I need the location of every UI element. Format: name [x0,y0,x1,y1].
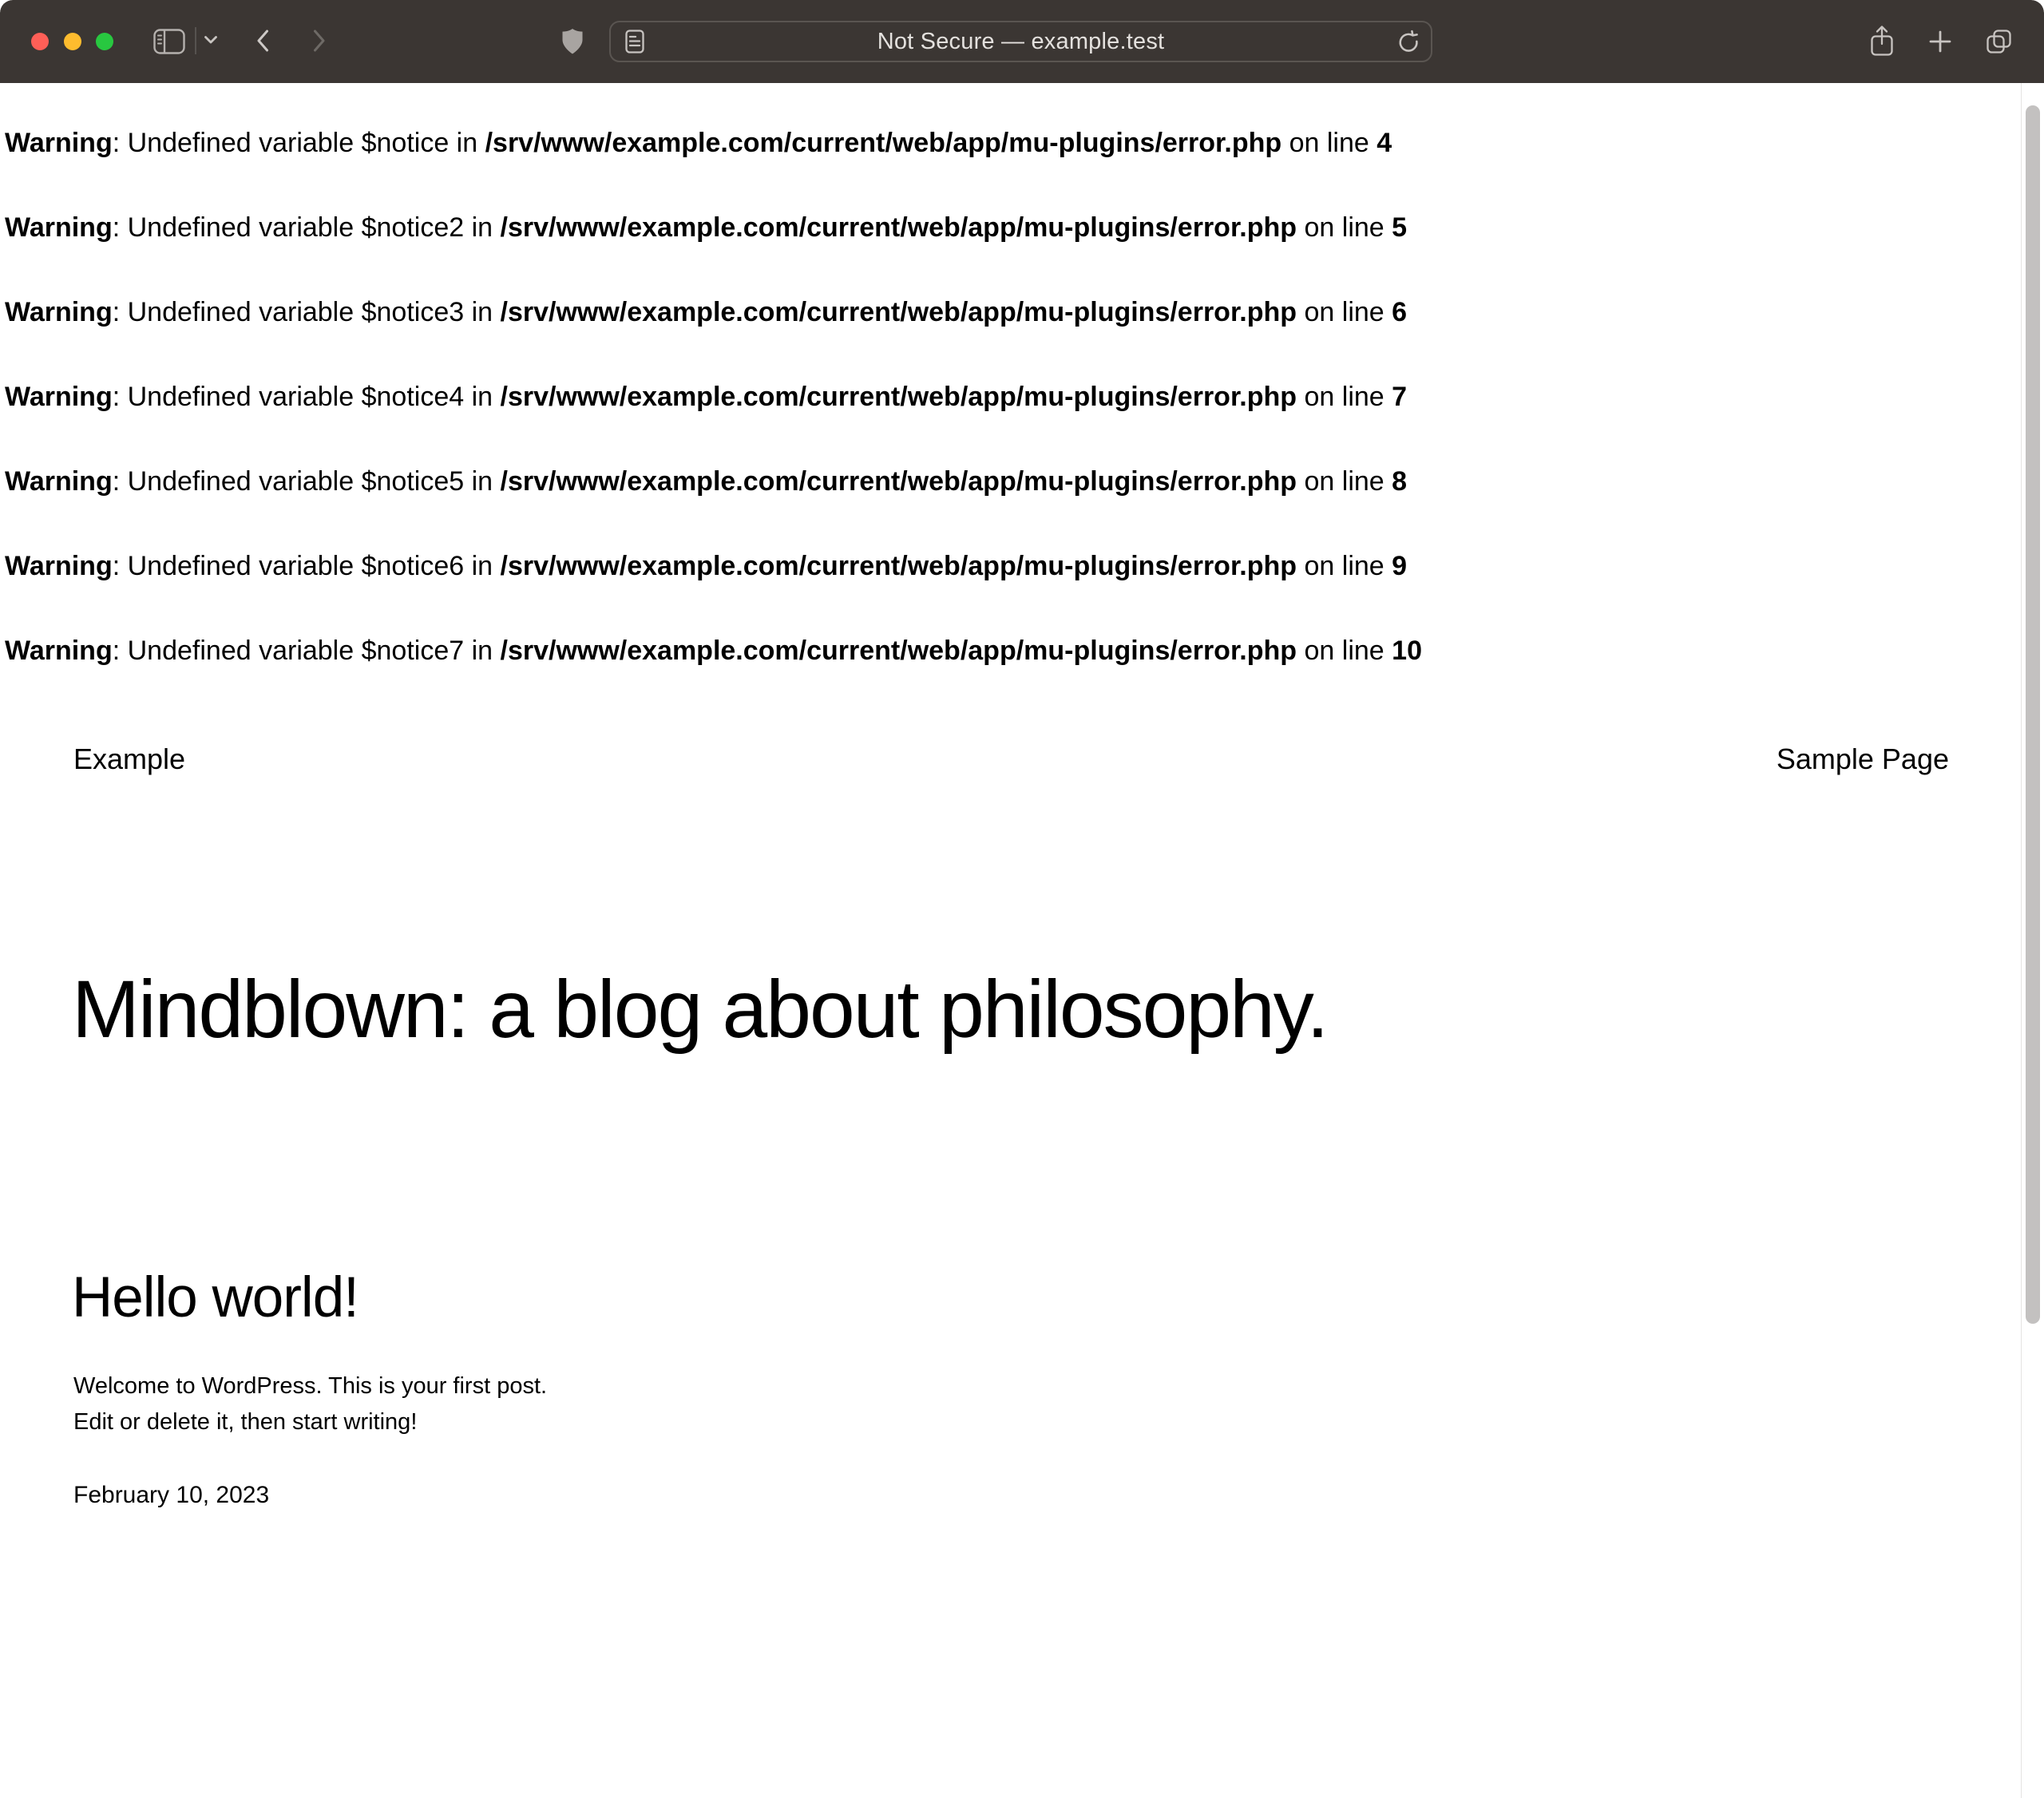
warning-path: /srv/www/example.com/current/web/app/mu-… [501,636,1297,666]
vertical-scrollbar-track[interactable] [2021,83,2044,1798]
warning-text: : Undefined variable $notice7 in [113,636,501,666]
warning-path: /srv/www/example.com/current/web/app/mu-… [501,382,1297,412]
warning-label: Warning [5,551,113,581]
browser-toolbar: Not Secure — example.test [0,0,2044,83]
warning-text: : Undefined variable $notice5 in [113,466,501,497]
warning-text: : Undefined variable $notice3 in [113,297,501,327]
sidebar-icon [153,29,185,54]
php-warning-1: Warning: Undefined variable $notice in /… [5,129,1392,156]
tab-overview-icon [1986,30,2013,54]
warning-text: : Undefined variable $notice4 in [113,382,501,412]
new-tab-button[interactable] [1927,29,1953,54]
reload-button[interactable] [1396,30,1420,53]
warning-label: Warning [5,128,113,158]
close-window-button[interactable] [31,33,49,50]
post-excerpt-line-2: Edit or delete it, then start writing! [73,1411,417,1434]
php-warning-5: Warning: Undefined variable $notice5 in … [5,468,1407,495]
minimize-window-button[interactable] [64,33,81,50]
warning-path: /srv/www/example.com/current/web/app/mu-… [485,128,1282,158]
chevron-down-icon [204,36,217,44]
safari-window: Not Secure — example.test [0,0,2044,1798]
warning-tail: on line [1297,382,1392,412]
warning-line-number: 5 [1392,212,1407,243]
address-bar[interactable]: Not Secure — example.test [609,21,1432,62]
php-warning-7: Warning: Undefined variable $notice7 in … [5,637,1422,664]
warning-line-number: 6 [1392,297,1407,327]
web-page-content: Warning: Undefined variable $notice in /… [0,83,2044,1798]
back-button[interactable] [256,30,269,52]
forward-icon [313,30,326,52]
warning-path: /srv/www/example.com/current/web/app/mu-… [501,212,1297,243]
warning-label: Warning [5,466,113,497]
warning-tail: on line [1281,128,1377,158]
warning-tail: on line [1297,551,1392,581]
zoom-window-button[interactable] [96,33,113,50]
forward-button[interactable] [313,30,326,52]
php-warning-3: Warning: Undefined variable $notice3 in … [5,299,1407,326]
warning-tail: on line [1297,466,1392,497]
back-icon [256,30,269,52]
post-date-link[interactable]: February 10, 2023 [73,1483,269,1507]
warning-label: Warning [5,382,113,412]
share-icon [1868,25,1895,58]
sidebar-menu-button[interactable] [204,36,217,44]
site-tagline: Mindblown: a blog about philosophy. [72,968,1328,1050]
site-title-link[interactable]: Example [73,745,185,774]
plus-icon [1927,29,1953,54]
warning-path: /srv/www/example.com/current/web/app/mu-… [501,297,1297,327]
php-warning-6: Warning: Undefined variable $notice6 in … [5,552,1407,580]
reader-icon [625,30,644,53]
address-bar-text: Not Secure — example.test [877,29,1165,55]
warning-text: : Undefined variable $notice6 in [113,551,501,581]
warning-path: /srv/www/example.com/current/web/app/mu-… [501,551,1297,581]
warning-path: /srv/www/example.com/current/web/app/mu-… [501,466,1297,497]
sidebar-toggle-button[interactable] [153,29,185,54]
warning-label: Warning [5,636,113,666]
warning-text: : Undefined variable $notice in [113,128,485,158]
tab-overview-button[interactable] [1986,30,2013,54]
warning-line-number: 10 [1392,636,1422,666]
warning-line-number: 4 [1377,128,1392,158]
nav-link-sample-page[interactable]: Sample Page [1777,745,1949,774]
post-title-link[interactable]: Hello world! [72,1269,358,1326]
warning-label: Warning [5,212,113,243]
shield-icon [561,28,584,55]
warning-tail: on line [1297,636,1392,666]
toolbar-divider [195,27,196,54]
post-excerpt-line-1: Welcome to WordPress. This is your first… [73,1375,547,1398]
warning-text: : Undefined variable $notice2 in [113,212,501,243]
warning-tail: on line [1297,297,1392,327]
warning-line-number: 8 [1392,466,1407,497]
warning-tail: on line [1297,212,1392,243]
reader-view-button[interactable] [625,30,644,53]
privacy-report-button[interactable] [561,28,584,55]
reload-icon [1396,30,1420,53]
warning-label: Warning [5,297,113,327]
vertical-scrollbar-thumb[interactable] [2026,105,2040,1324]
share-button[interactable] [1868,25,1895,58]
warning-line-number: 7 [1392,382,1407,412]
php-warning-4: Warning: Undefined variable $notice4 in … [5,383,1407,410]
php-warning-2: Warning: Undefined variable $notice2 in … [5,214,1407,241]
warning-line-number: 9 [1392,551,1407,581]
